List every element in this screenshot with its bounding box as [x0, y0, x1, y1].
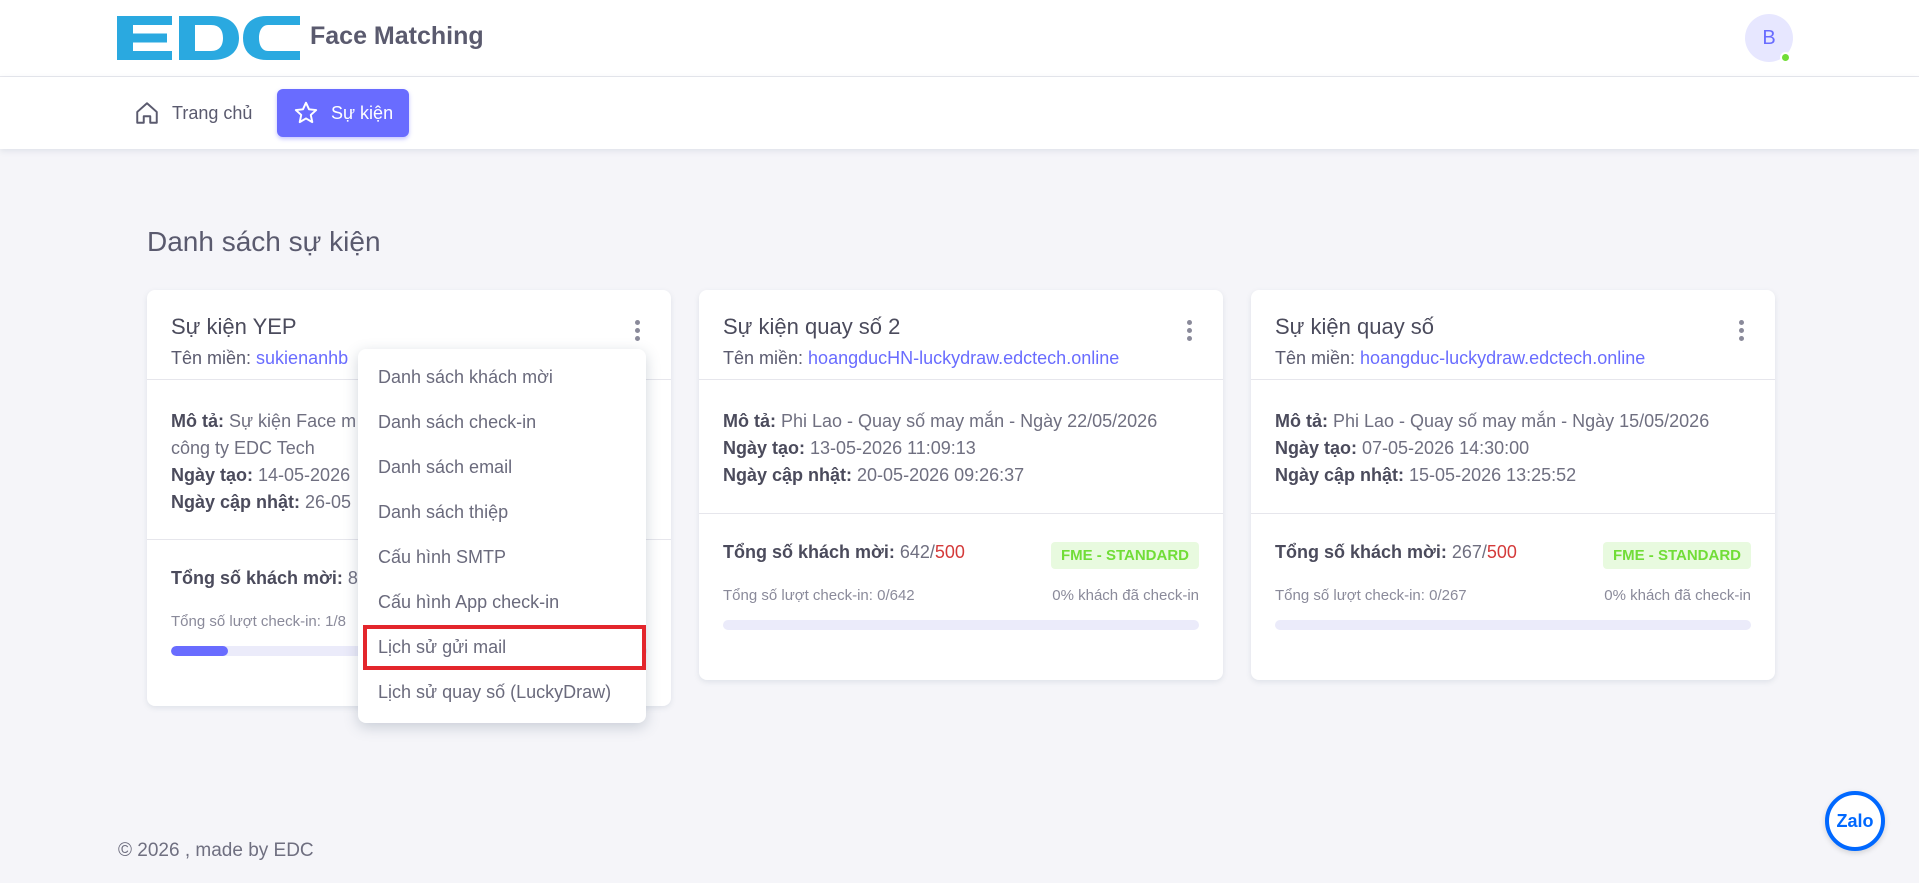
- event-card: Sự kiện quay số Tên miền: hoangduc-lucky…: [1251, 290, 1775, 680]
- more-options-icon[interactable]: [1737, 320, 1745, 344]
- plan-badge: FME - STANDARD: [1602, 542, 1751, 569]
- checkin-count: Tổng số lượt check-in: 1/8: [171, 613, 346, 630]
- event-actions-menu: Danh sách khách mời Danh sách check-in D…: [358, 349, 646, 723]
- event-card-header: Sự kiện quay số 2 Tên miền: hoangducHN-l…: [699, 290, 1223, 380]
- menu-item-email-list[interactable]: Danh sách email: [358, 445, 646, 490]
- menu-item-smtp-config[interactable]: Cấu hình SMTP: [358, 535, 646, 580]
- checkin-percent: 0% khách đã check-in: [1052, 587, 1199, 604]
- event-name[interactable]: Sự kiện quay số: [1275, 314, 1751, 340]
- checkin-row: Tổng số lượt check-in: 0/267 0% khách đã…: [1275, 587, 1751, 604]
- event-stats: Tổng số khách mời: 267/500 FME - STANDAR…: [1251, 514, 1775, 654]
- more-options-icon[interactable]: [633, 320, 641, 344]
- event-name[interactable]: Sự kiện quay số 2: [723, 314, 1199, 340]
- nav-events-label: Sự kiện: [331, 102, 394, 123]
- app-title: Face Matching: [310, 22, 484, 50]
- checkin-count: Tổng số lượt check-in: 0/267: [1275, 587, 1467, 604]
- more-options-icon[interactable]: [1185, 320, 1193, 344]
- event-domain-link[interactable]: hoangducHN-luckydraw.edctech.online: [808, 348, 1119, 368]
- nav-events[interactable]: Sự kiện: [277, 89, 410, 137]
- menu-item-checkin-app-config[interactable]: Cấu hình App check-in: [358, 580, 646, 625]
- footer-copyright: © 2026 , made by EDC: [118, 840, 314, 861]
- event-domain-link[interactable]: hoangduc-luckydraw.edctech.online: [1360, 348, 1645, 368]
- event-domain-link[interactable]: sukienanhb: [256, 348, 348, 368]
- main-nav: Trang chủ Sự kiện: [0, 77, 1919, 149]
- checkin-count: Tổng số lượt check-in: 0/642: [723, 587, 915, 604]
- menu-item-mail-history[interactable]: Lịch sử gửi mail: [358, 625, 646, 670]
- event-stats: Tổng số khách mời: 642/500 FME - STANDAR…: [699, 514, 1223, 654]
- page-title: Danh sách sự kiện: [147, 226, 381, 257]
- event-details: Mô tả: Phi Lao - Quay số may mắn - Ngày …: [1251, 380, 1775, 514]
- event-card-header: Sự kiện quay số Tên miền: hoangduc-lucky…: [1251, 290, 1775, 380]
- zalo-chat-button[interactable]: Zalo: [1825, 791, 1885, 851]
- checkin-row: Tổng số lượt check-in: 0/642 0% khách đã…: [723, 587, 1199, 604]
- event-card: Sự kiện quay số 2 Tên miền: hoangducHN-l…: [699, 290, 1223, 680]
- star-icon: [294, 101, 318, 124]
- menu-item-checkin-list[interactable]: Danh sách check-in: [358, 400, 646, 445]
- top-header: Face Matching B: [0, 0, 1919, 77]
- event-details: Mô tả: Phi Lao - Quay số may mắn - Ngày …: [699, 380, 1223, 514]
- checkin-progress-fill: [171, 646, 229, 656]
- menu-item-luckydraw-history[interactable]: Lịch sử quay số (LuckyDraw): [358, 670, 646, 715]
- checkin-progress: [1275, 620, 1751, 630]
- nav-home[interactable]: Trang chủ: [118, 89, 268, 137]
- edc-logo[interactable]: [117, 16, 300, 60]
- event-domain-line: Tên miền: hoangduc-luckydraw.edctech.onl…: [1275, 348, 1646, 368]
- menu-item-card-list[interactable]: Danh sách thiệp: [358, 490, 646, 535]
- checkin-progress: [723, 620, 1199, 630]
- checkin-percent: 0% khách đã check-in: [1604, 587, 1751, 604]
- plan-badge: FME - STANDARD: [1050, 542, 1199, 569]
- online-status-dot: [1780, 52, 1791, 63]
- nav-home-label: Trang chủ: [172, 102, 253, 123]
- event-name[interactable]: Sự kiện YEP: [171, 314, 647, 340]
- menu-item-guest-list[interactable]: Danh sách khách mời: [358, 355, 646, 400]
- home-icon: [136, 102, 158, 124]
- event-domain-line: Tên miền: hoangducHN-luckydraw.edctech.o…: [723, 348, 1120, 368]
